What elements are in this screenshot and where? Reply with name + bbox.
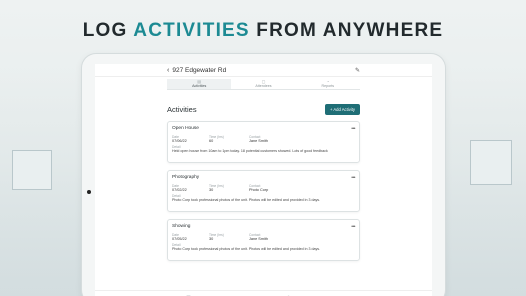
camera-dot <box>87 190 91 194</box>
contact-value: Photo Corp <box>249 188 269 193</box>
edit-icon[interactable]: ✎ <box>355 67 360 74</box>
time-value: 30 <box>209 237 214 242</box>
time-value: 30 <box>209 188 214 193</box>
contact-value: Jane Smith <box>249 139 268 144</box>
tab-reports[interactable]: ◔ Reports <box>296 79 360 89</box>
activity-title: Showing <box>172 224 191 229</box>
back-arrow-icon[interactable]: ‹ <box>167 67 169 74</box>
background-window <box>12 150 52 190</box>
date-value: 07/06/22 <box>172 139 187 144</box>
tablet-frame: ‹ 927 Edgewater Rd ✎ ▤ Activities ▢ Atte… <box>82 54 445 296</box>
detail-text: Held open house from 10am to 1pm today. … <box>172 149 328 154</box>
headline-part2: FROM ANYWHERE <box>249 20 444 41</box>
tab-activities[interactable]: ▤ Activities <box>167 79 232 89</box>
time-value: 60 <box>209 139 214 144</box>
background-window <box>470 140 512 185</box>
top-bar: ‹ 927 Edgewater Rd ✎ <box>95 64 432 77</box>
add-activity-button[interactable]: + Add Activity <box>324 103 360 115</box>
headline-accent: ACTIVITIES <box>133 20 250 41</box>
more-options-icon[interactable]: ••• <box>351 126 355 132</box>
tab-attendees[interactable]: ▢ Attendees <box>231 79 295 89</box>
marketing-headline: LOG ACTIVITIES FROM ANYWHERE <box>0 20 526 42</box>
tab-label: Attendees <box>255 84 272 88</box>
contact-value: Jane Smith <box>249 237 268 242</box>
activity-title: Open House <box>172 126 199 131</box>
tab-label: Reports <box>321 84 335 88</box>
date-value: 07/02/22 <box>172 188 187 193</box>
activity-card[interactable]: Open House ••• Date Time (hrs) Contact 0… <box>167 121 360 163</box>
detail-text: Photo Corp took professional photos of t… <box>172 247 321 252</box>
headline-part1: LOG <box>82 20 134 41</box>
detail-text: Photo Corp took professional photos of t… <box>172 198 321 203</box>
bottom-navigation: ▤ ⌂ ◉ ☺ <box>95 290 432 296</box>
date-value: 07/05/22 <box>172 237 187 242</box>
section-header: Activities + Add Activity <box>167 103 360 115</box>
section-title: Activities <box>167 104 197 114</box>
activity-title: Photography <box>172 175 200 180</box>
more-options-icon[interactable]: ••• <box>351 224 355 230</box>
activity-card[interactable]: Photography ••• Date Time (hrs) Contact … <box>167 170 360 212</box>
activity-card[interactable]: Showing ••• Date Time (hrs) Contact 07/0… <box>167 219 360 261</box>
tab-bar: ▤ Activities ▢ Attendees ◔ Reports <box>167 79 360 90</box>
app-screen: ‹ 927 Edgewater Rd ✎ ▤ Activities ▢ Atte… <box>95 64 432 296</box>
property-title: 927 Edgewater Rd <box>172 66 227 74</box>
activities-content: Activities + Add Activity Open House •••… <box>167 103 360 261</box>
tab-label: Activities <box>192 84 207 88</box>
more-options-icon[interactable]: ••• <box>351 175 355 181</box>
